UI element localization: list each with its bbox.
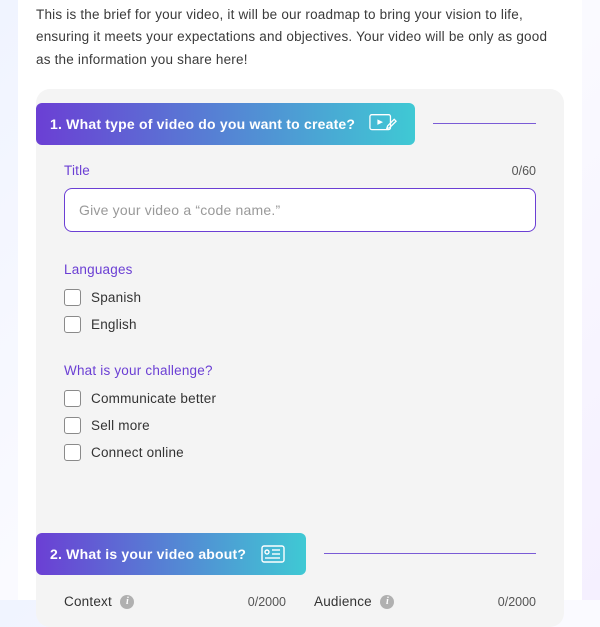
info-icon[interactable]: i [120,595,134,609]
section1-title: 1. What type of video do you want to cre… [50,116,355,132]
checkbox-spanish-label: Spanish [91,290,141,305]
checkbox-english-label: English [91,317,137,332]
checkbox-connect-label: Connect online [91,445,184,460]
title-label: Title [64,163,90,178]
document-icon [260,543,288,565]
checkbox-connect[interactable] [64,444,81,461]
form-card: 1. What type of video do you want to cre… [36,89,564,627]
section2-pill: 2. What is your video about? [36,533,306,575]
challenge-label: What is your challenge? [64,363,536,378]
languages-label: Languages [64,262,536,277]
context-label: Context [64,594,112,609]
audience-counter: 0/2000 [498,595,536,609]
section2-divider [324,553,536,554]
checkbox-english[interactable] [64,316,81,333]
intro-text: This is the brief for your video, it wil… [36,0,564,89]
info-icon[interactable]: i [380,595,394,609]
section2-title: 2. What is your video about? [50,546,246,562]
title-counter: 0/60 [512,164,536,178]
context-counter: 0/2000 [248,595,286,609]
audience-label: Audience [314,594,372,609]
video-edit-icon [369,113,397,135]
checkbox-sell-label: Sell more [91,418,150,433]
checkbox-communicate[interactable] [64,390,81,407]
section1-divider [433,123,536,124]
section1-pill: 1. What type of video do you want to cre… [36,103,415,145]
checkbox-sell[interactable] [64,417,81,434]
section1-header: 1. What type of video do you want to cre… [36,89,564,145]
title-input[interactable] [64,188,536,232]
checkbox-communicate-label: Communicate better [91,391,216,406]
checkbox-spanish[interactable] [64,289,81,306]
section2-header: 2. What is your video about? [36,519,564,575]
